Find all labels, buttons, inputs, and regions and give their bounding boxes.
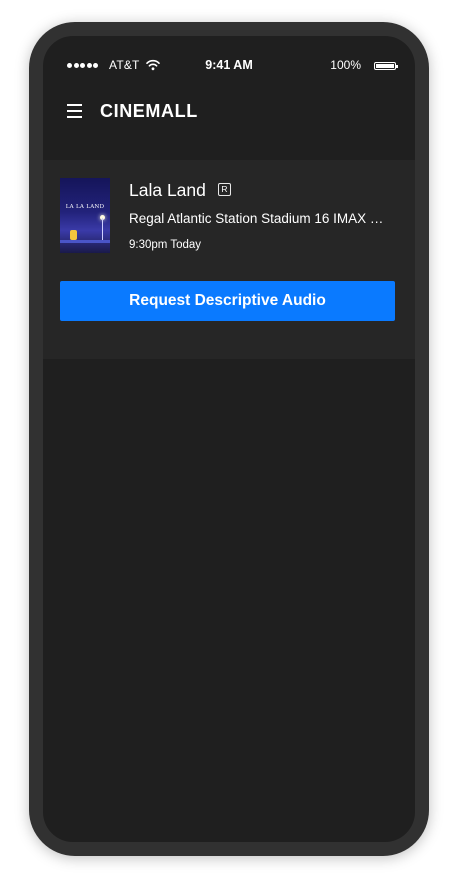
rating-badge: R <box>218 183 231 196</box>
hamburger-menu-icon[interactable] <box>67 104 82 118</box>
battery-icon <box>374 62 398 70</box>
ticket-card: LA LA LAND Lala Land R Regal Atlantic St… <box>43 160 415 359</box>
navigation-bar: CINEMALL <box>43 94 415 160</box>
phone-frame: AT&T 9:41 AM 100% CINEMALL LA LA LAND La… <box>29 22 429 856</box>
brand-logo: CINEMALL <box>100 101 198 121</box>
poster-horizon <box>60 240 110 243</box>
theater-name: Regal Atlantic Station Stadium 16 IMAX &… <box>129 211 387 226</box>
battery-percentage: 100% <box>330 58 361 72</box>
movie-title[interactable]: Lala Land <box>129 180 206 201</box>
poster-dancers <box>70 230 77 240</box>
request-descriptive-audio-button[interactable]: Request Descriptive Audio <box>60 281 395 321</box>
status-bar: AT&T 9:41 AM 100% <box>43 36 415 94</box>
poster-title: LA LA LAND <box>65 204 105 210</box>
showtime: 9:30pm Today <box>129 239 202 251</box>
movie-poster[interactable]: LA LA LAND <box>60 178 110 253</box>
app-screen: AT&T 9:41 AM 100% CINEMALL LA LA LAND La… <box>43 36 415 842</box>
poster-lamp-post <box>102 218 103 242</box>
